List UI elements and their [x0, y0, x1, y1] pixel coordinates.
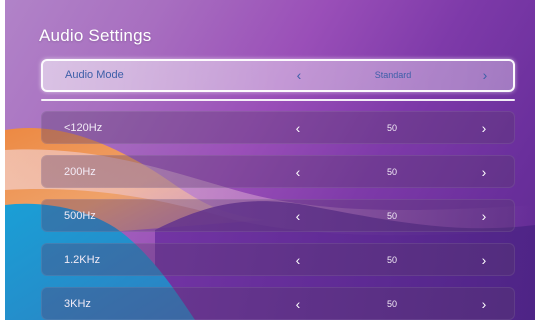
band-row-120hz[interactable]: <120Hz ‹ 50 › — [41, 111, 515, 144]
chevron-right-icon[interactable]: › — [476, 200, 492, 233]
band-value: 50 — [386, 255, 397, 265]
band-label: <120Hz — [64, 122, 103, 134]
band-label: 1.2KHz — [64, 254, 101, 266]
band-value: 50 — [386, 167, 397, 177]
band-label: 3KHz — [64, 298, 91, 310]
chevron-left-icon[interactable]: ‹ — [290, 112, 306, 145]
chevron-right-icon[interactable]: › — [476, 156, 492, 189]
divider — [41, 99, 515, 101]
audio-settings-screen: Audio Settings Audio Mode ‹ Standard › <… — [5, 0, 535, 320]
chevron-left-icon[interactable]: ‹ — [290, 156, 306, 189]
band-value: 50 — [386, 211, 397, 221]
chevron-right-icon[interactable]: › — [476, 244, 492, 277]
chevron-left-icon[interactable]: ‹ — [290, 288, 306, 320]
band-row-500hz[interactable]: 500Hz ‹ 50 › — [41, 199, 515, 232]
chevron-left-icon[interactable]: ‹ — [291, 61, 307, 90]
audio-mode-row[interactable]: Audio Mode ‹ Standard › — [41, 59, 515, 92]
band-row-200hz[interactable]: 200Hz ‹ 50 › — [41, 155, 515, 188]
band-value: 50 — [386, 299, 397, 309]
chevron-left-icon[interactable]: ‹ — [290, 200, 306, 233]
band-label: 500Hz — [64, 210, 96, 222]
audio-mode-value: Standard — [374, 70, 412, 80]
chevron-right-icon[interactable]: › — [476, 112, 492, 145]
band-row-3khz[interactable]: 3KHz ‹ 50 › — [41, 287, 515, 320]
page-title: Audio Settings — [39, 26, 152, 45]
band-value: 50 — [386, 123, 397, 133]
band-row-1-2khz[interactable]: 1.2KHz ‹ 50 › — [41, 243, 515, 276]
chevron-left-icon[interactable]: ‹ — [290, 244, 306, 277]
audio-mode-label: Audio Mode — [65, 69, 124, 81]
band-label: 200Hz — [64, 166, 96, 178]
chevron-right-icon[interactable]: › — [477, 61, 493, 90]
chevron-right-icon[interactable]: › — [476, 288, 492, 320]
